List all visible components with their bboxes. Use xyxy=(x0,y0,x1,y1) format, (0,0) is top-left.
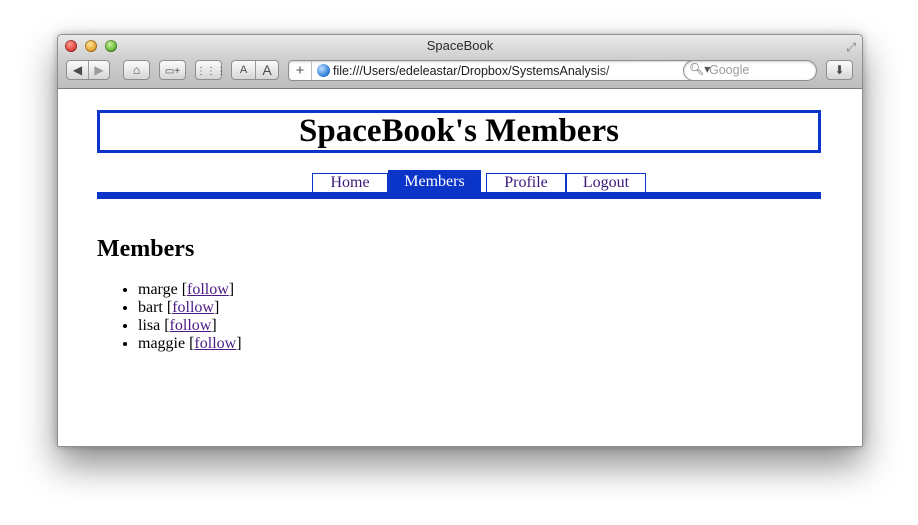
back-arrow-icon: ◀ xyxy=(72,63,83,77)
window-title: SpaceBook xyxy=(426,38,494,53)
grid-icon: ⋮⋮⋮ xyxy=(196,66,226,77)
member-name: lisa xyxy=(138,317,161,334)
member-name: bart xyxy=(138,299,163,316)
search-input[interactable] xyxy=(709,62,809,78)
browser-toolbar: SpaceBook ⤢ ◀ ▶ ⌂ ▭+ ⋮⋮⋮ AA + file:///Use… xyxy=(58,35,862,89)
member-name: maggie xyxy=(138,335,186,352)
tab-profile[interactable]: Profile xyxy=(486,173,566,192)
follow-link[interactable]: follow xyxy=(187,281,229,298)
nav-bar: Home Members Profile Logout xyxy=(97,170,821,199)
tab-members[interactable]: Members xyxy=(388,170,481,192)
follow-link[interactable]: follow xyxy=(194,335,236,352)
site-banner: SpaceBook's Members xyxy=(97,110,821,153)
downloads-button[interactable]: ⬇ xyxy=(826,60,853,80)
tab-home[interactable]: Home xyxy=(312,173,388,192)
home-icon: ⌂ xyxy=(132,63,141,77)
forward-button[interactable]: ▶ xyxy=(88,61,109,79)
large-a-icon: A xyxy=(262,62,272,78)
browser-window: SpaceBook ⤢ ◀ ▶ ⌂ ▭+ ⋮⋮⋮ AA + file:///Use… xyxy=(57,34,863,447)
tab-logout[interactable]: Logout xyxy=(566,173,646,192)
bookmark-add-icon: ▭+ xyxy=(164,66,181,77)
fullscreen-icon[interactable]: ⤢ xyxy=(846,40,856,55)
follow-link[interactable]: follow xyxy=(172,299,214,316)
add-icon[interactable]: + xyxy=(289,61,312,80)
home-button[interactable]: ⌂ xyxy=(123,60,150,80)
globe-icon xyxy=(317,64,330,77)
address-bar[interactable]: + file:///Users/edeleastar/Dropbox/Syste… xyxy=(288,60,721,81)
back-forward-buttons: ◀ ▶ xyxy=(66,60,110,80)
forward-arrow-icon: ▶ xyxy=(94,63,104,77)
list-item: bart [follow] xyxy=(138,299,242,317)
list-item: lisa [follow] xyxy=(138,317,242,335)
page-title: SpaceBook's Members xyxy=(299,113,619,149)
back-button[interactable]: ◀ xyxy=(67,61,88,79)
text-bigger-button[interactable]: A xyxy=(255,61,278,79)
list-item: marge [follow] xyxy=(138,281,242,299)
search-field[interactable]: 🔍︎▾ xyxy=(683,60,817,81)
text-size-buttons: AA xyxy=(231,60,279,80)
text-smaller-button[interactable]: A xyxy=(232,61,255,79)
small-a-icon: A xyxy=(239,64,248,76)
top-sites-button[interactable]: ⋮⋮⋮ xyxy=(195,60,226,80)
add-bookmark-button[interactable]: ▭+ xyxy=(159,60,186,80)
members-list: marge [follow] bart [follow] lisa [follo… xyxy=(98,281,242,353)
follow-link[interactable]: follow xyxy=(170,317,212,334)
member-name: marge xyxy=(138,281,178,298)
search-icon[interactable]: 🔍︎▾ xyxy=(689,62,710,76)
page-content: SpaceBook's Members Home Members Profile… xyxy=(58,89,862,446)
download-icon: ⬇ xyxy=(834,63,845,77)
list-item: maggie [follow] xyxy=(138,335,242,353)
section-title: Members xyxy=(97,236,195,262)
nav-underline xyxy=(97,192,821,199)
